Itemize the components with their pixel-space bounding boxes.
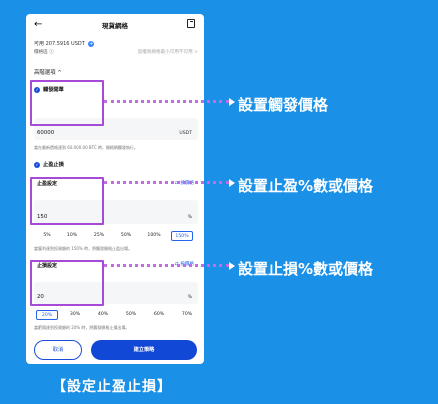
tp-option-150[interactable]: 150%: [171, 231, 193, 241]
take-profit-unit: %: [187, 215, 192, 220]
available-balance-text: 可用 207.5916 USDT: [34, 41, 85, 47]
sl-option-20[interactable]: 20%: [36, 310, 58, 320]
grid-type-value[interactable]: 當權限網格最小可用不可用 >: [138, 49, 198, 55]
tp-sl-check-label: 止盈止損: [43, 162, 64, 168]
take-profit-highlight-frame: [30, 177, 104, 225]
tutorial-canvas: ← 現貨網格 可用 207.5916 USDT + 價格區 ⓘ 當權限網格最小可…: [0, 0, 438, 404]
take-profit-percent-options: 5% 10% 25% 50% 100% 150%: [34, 231, 200, 241]
take-profit-callout: 設置止盈%數或價格: [238, 177, 374, 195]
stop-loss-connector: [104, 264, 229, 267]
trigger-price-value[interactable]: 60000: [37, 130, 54, 136]
advanced-options-toggle[interactable]: 高階選項 ^: [34, 68, 62, 76]
trigger-hint: 當在最新價格達到 60,000.00 BTC 時，開格網觸發執行。: [34, 145, 138, 150]
tp-option-100[interactable]: 100%: [143, 231, 165, 241]
sl-option-50[interactable]: 50%: [120, 310, 142, 320]
trigger-connector: [104, 100, 229, 103]
tp-option-10[interactable]: 10%: [61, 231, 83, 241]
sl-option-40[interactable]: 40%: [92, 310, 114, 320]
stop-loss-hint: 當虧損達到投資額的 20% 時，將觸發開格止損出場。: [34, 325, 130, 330]
trigger-arrow-icon: [229, 98, 235, 106]
stop-loss-arrow-icon: [229, 262, 235, 270]
create-strategy-button[interactable]: 建立策略: [91, 340, 197, 360]
document-icon[interactable]: [187, 19, 195, 28]
page-title: 現貨網格: [102, 22, 128, 30]
trigger-callout: 設置觸發價格: [238, 96, 329, 114]
trigger-price-unit: USDT: [179, 131, 192, 136]
grid-type-row[interactable]: 價格區 ⓘ 當權限網格最小可用不可用 >: [34, 49, 198, 55]
add-funds-icon[interactable]: +: [88, 40, 95, 47]
stop-loss-callout: 設置止損%數或價格: [238, 260, 374, 278]
stop-loss-percent-options: 20% 30% 40% 50% 60% 70%: [34, 310, 200, 320]
take-profit-arrow-icon: [229, 179, 235, 187]
stop-loss-highlight-frame: [30, 260, 104, 306]
sl-option-70[interactable]: 70%: [176, 310, 198, 320]
tp-option-50[interactable]: 50%: [115, 231, 137, 241]
tp-option-25[interactable]: 25%: [88, 231, 110, 241]
grid-type-label: 價格區 ⓘ: [34, 50, 54, 55]
available-balance: 可用 207.5916 USDT +: [34, 40, 95, 47]
sl-option-60[interactable]: 60%: [148, 310, 170, 320]
take-profit-hint: 當獲利達到投資額的 150% 時，將觸發開格止盈出場。: [34, 246, 132, 251]
stop-loss-unit: %: [187, 295, 192, 300]
tp-sl-checkbox-row[interactable]: ✓ 止盈止損: [34, 161, 64, 168]
trigger-highlight-frame: [30, 80, 104, 126]
cancel-button[interactable]: 取消: [34, 340, 82, 360]
tp-sl-check-icon[interactable]: ✓: [34, 161, 40, 168]
take-profit-connector: [104, 181, 229, 184]
caption: 【設定止盈止損】: [52, 379, 172, 395]
tp-option-5[interactable]: 5%: [36, 231, 58, 241]
top-bar: ← 現貨網格: [26, 14, 204, 36]
sl-option-30[interactable]: 30%: [64, 310, 86, 320]
